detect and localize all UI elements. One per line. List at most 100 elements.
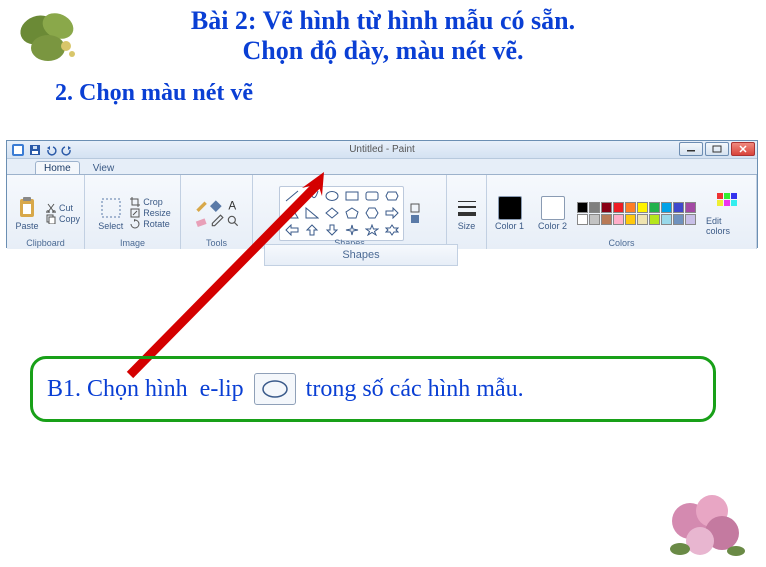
ribbon-tabs: Home View bbox=[7, 159, 757, 175]
color-swatch[interactable] bbox=[673, 214, 684, 225]
window-title: Untitled - Paint bbox=[349, 144, 415, 155]
color1-button[interactable]: Color 1 bbox=[491, 193, 528, 234]
shape-roundrect[interactable] bbox=[363, 189, 380, 204]
fill-icon[interactable] bbox=[210, 198, 224, 212]
magnifier-icon[interactable] bbox=[226, 214, 240, 228]
color-swatch[interactable] bbox=[625, 202, 636, 213]
color-swatch[interactable] bbox=[637, 214, 648, 225]
paint-window: Untitled - Paint Home View Paste Cut bbox=[6, 140, 758, 248]
color-swatch[interactable] bbox=[649, 214, 660, 225]
copy-label: Copy bbox=[59, 214, 80, 224]
paste-button[interactable]: Paste bbox=[11, 193, 43, 234]
ribbon: Paste Cut Copy Clipboard bbox=[7, 175, 757, 249]
callout-text-before: B1. Chọn hình e-lip bbox=[47, 376, 250, 403]
color2-label: Color 2 bbox=[538, 221, 567, 231]
color-swatch[interactable] bbox=[685, 202, 696, 213]
shape-arrow-up[interactable] bbox=[303, 223, 320, 238]
close-button[interactable] bbox=[731, 142, 755, 156]
color-swatch[interactable] bbox=[673, 202, 684, 213]
color-swatch[interactable] bbox=[589, 214, 600, 225]
color-swatch[interactable] bbox=[577, 214, 588, 225]
decor-flower-icon bbox=[650, 471, 760, 567]
shape-fill-button[interactable] bbox=[410, 214, 420, 224]
select-label: Select bbox=[98, 221, 123, 231]
page-title-line1: Bài 2: Vẽ hình từ hình mẫu có sẵn. bbox=[0, 6, 766, 36]
shape-arrow-left[interactable] bbox=[283, 223, 300, 238]
image-group-label: Image bbox=[85, 238, 180, 248]
color-swatch[interactable] bbox=[649, 202, 660, 213]
shape-right-triangle[interactable] bbox=[303, 206, 320, 221]
color1-label: Color 1 bbox=[495, 221, 524, 231]
redo-icon[interactable] bbox=[61, 144, 73, 156]
cut-label: Cut bbox=[59, 203, 73, 213]
select-icon bbox=[99, 196, 123, 220]
decor-leaf-icon bbox=[8, 4, 92, 80]
color-swatch[interactable] bbox=[637, 202, 648, 213]
crop-button[interactable]: Crop bbox=[130, 197, 171, 207]
shape-diamond[interactable] bbox=[323, 206, 340, 221]
color-swatch[interactable] bbox=[601, 214, 612, 225]
rotate-label: Rotate bbox=[143, 219, 170, 229]
picker-icon[interactable] bbox=[210, 214, 224, 228]
color-palette bbox=[577, 202, 696, 225]
resize-label: Resize bbox=[143, 208, 171, 218]
copy-button[interactable]: Copy bbox=[46, 214, 80, 224]
edit-colors-button[interactable]: Edit colors bbox=[702, 188, 752, 239]
shape-arrow-down[interactable] bbox=[323, 223, 340, 238]
crop-label: Crop bbox=[143, 197, 163, 207]
inline-ellipse-icon bbox=[254, 373, 296, 405]
shape-line[interactable] bbox=[283, 189, 300, 204]
tools-group-label: Tools bbox=[181, 238, 252, 248]
shape-star4[interactable] bbox=[343, 223, 360, 238]
titlebar: Untitled - Paint bbox=[7, 141, 757, 159]
color-swatch[interactable] bbox=[661, 214, 672, 225]
text-icon[interactable]: A bbox=[226, 198, 240, 212]
cut-icon bbox=[46, 203, 56, 213]
shape-triangle[interactable] bbox=[283, 206, 300, 221]
shape-ellipse[interactable] bbox=[323, 189, 340, 204]
app-menu-icon[interactable] bbox=[11, 143, 25, 157]
rotate-button[interactable]: Rotate bbox=[130, 219, 171, 229]
color-swatch[interactable] bbox=[589, 202, 600, 213]
group-clipboard: Paste Cut Copy Clipboard bbox=[7, 175, 85, 249]
edit-colors-label: Edit colors bbox=[706, 216, 748, 236]
section-heading: 2. Chọn màu nét vẽ bbox=[55, 80, 766, 107]
color2-button[interactable]: Color 2 bbox=[534, 193, 571, 234]
color2-swatch bbox=[541, 196, 565, 220]
save-icon[interactable] bbox=[29, 144, 41, 156]
shapes-popup-label: Shapes bbox=[264, 244, 458, 266]
shape-hexagon[interactable] bbox=[363, 206, 380, 221]
shape-outline-button[interactable] bbox=[410, 203, 420, 213]
color-swatch[interactable] bbox=[625, 214, 636, 225]
size-button[interactable]: Size bbox=[451, 193, 483, 234]
colors-group-label: Colors bbox=[487, 238, 756, 248]
shape-pentagon[interactable] bbox=[343, 206, 360, 221]
select-button[interactable]: Select bbox=[94, 193, 127, 234]
clipboard-group-label: Clipboard bbox=[7, 238, 84, 248]
shape-polygon[interactable] bbox=[383, 189, 400, 204]
color-swatch[interactable] bbox=[685, 214, 696, 225]
shape-rect[interactable] bbox=[343, 189, 360, 204]
shape-star6[interactable] bbox=[383, 223, 400, 238]
tab-home[interactable]: Home bbox=[35, 161, 80, 174]
undo-icon[interactable] bbox=[45, 144, 57, 156]
shape-star5[interactable] bbox=[363, 223, 380, 238]
shape-curve[interactable] bbox=[303, 189, 320, 204]
resize-button[interactable]: Resize bbox=[130, 208, 171, 218]
page-title-line2: Chọn độ dày, màu nét vẽ. bbox=[0, 36, 766, 66]
color-swatch[interactable] bbox=[613, 202, 624, 213]
outline-icon bbox=[410, 203, 420, 213]
eraser-icon[interactable] bbox=[194, 214, 208, 228]
color-swatch[interactable] bbox=[601, 202, 612, 213]
shapes-gallery[interactable] bbox=[279, 186, 404, 241]
tab-view[interactable]: View bbox=[84, 161, 124, 174]
shape-arrow-right[interactable] bbox=[383, 206, 400, 221]
color-swatch[interactable] bbox=[661, 202, 672, 213]
minimize-button[interactable] bbox=[679, 142, 703, 156]
maximize-button[interactable] bbox=[705, 142, 729, 156]
color-swatch[interactable] bbox=[577, 202, 588, 213]
size-label: Size bbox=[458, 221, 476, 231]
pencil-icon[interactable] bbox=[194, 198, 208, 212]
color-swatch[interactable] bbox=[613, 214, 624, 225]
cut-button[interactable]: Cut bbox=[46, 203, 80, 213]
